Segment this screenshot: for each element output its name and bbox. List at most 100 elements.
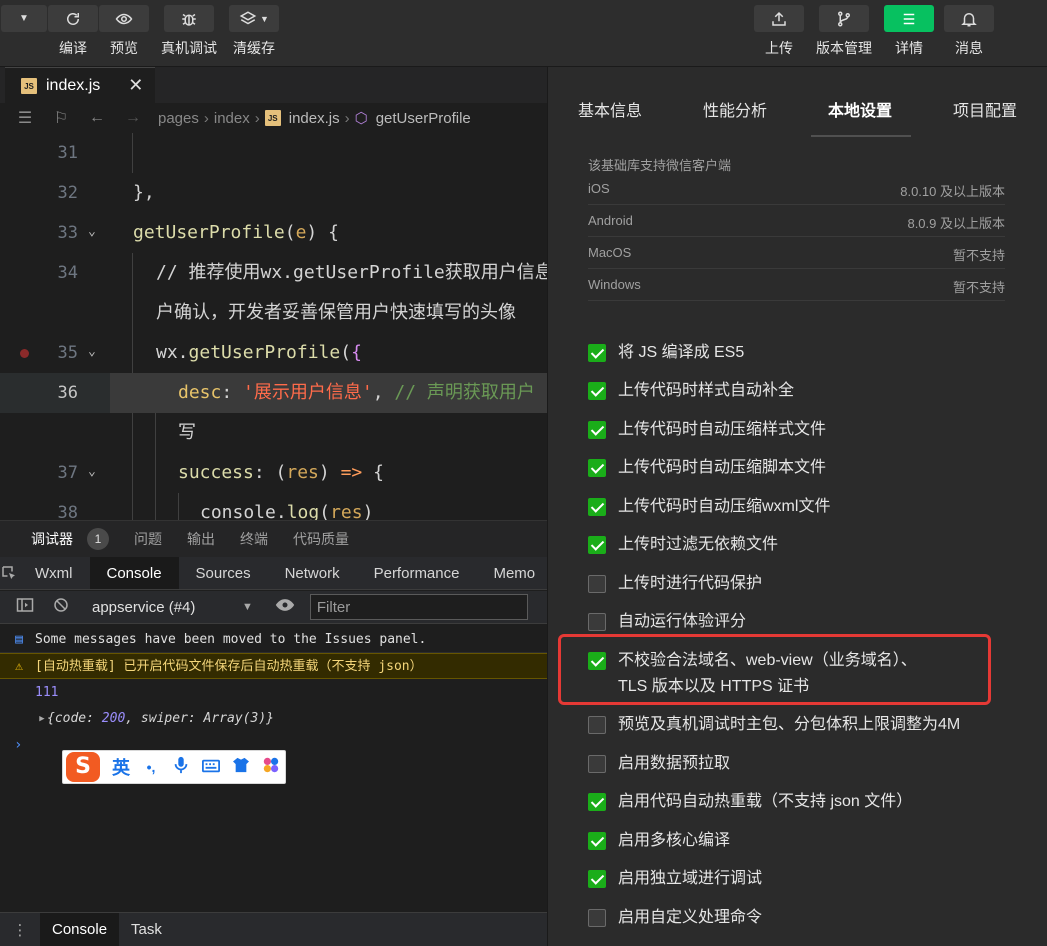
ime-toolbar[interactable]: S 英 •, bbox=[62, 750, 286, 784]
eye-icon[interactable] bbox=[275, 598, 295, 616]
code-line: 户确认，开发者妥善保管用户快速填写的头像 bbox=[0, 293, 547, 333]
context-selector[interactable]: appservice (#4) bbox=[92, 599, 242, 616]
clear-cache-button[interactable]: ▼ 清缓存 bbox=[221, 0, 287, 67]
console-prompt-icon[interactable]: › bbox=[14, 737, 22, 753]
option-style-autocomplete[interactable]: 上传代码时样式自动补全 bbox=[588, 378, 1018, 404]
messages-button[interactable]: 消息 bbox=[936, 0, 1002, 67]
console-filter-input[interactable] bbox=[309, 594, 528, 620]
preview-button[interactable]: 预览 bbox=[91, 0, 157, 67]
file-tab-label: index.js bbox=[46, 76, 101, 94]
option-minify-style[interactable]: 上传代码时自动压缩样式文件 bbox=[588, 417, 1018, 443]
tab-network[interactable]: Network bbox=[268, 557, 357, 589]
warning-icon: ⚠ bbox=[15, 659, 23, 674]
checkbox[interactable] bbox=[588, 716, 606, 734]
option-multicore-compile[interactable]: 启用多核心编译 bbox=[588, 828, 1018, 854]
skin-shirt-icon[interactable] bbox=[229, 757, 253, 778]
breadcrumb-item[interactable]: getUserProfile bbox=[376, 110, 471, 127]
breadcrumb-item[interactable]: index.js bbox=[289, 110, 340, 127]
breakpoint-icon[interactable] bbox=[20, 349, 29, 358]
code-text: wx.getUserProfile({ bbox=[156, 342, 362, 363]
checkbox[interactable] bbox=[588, 755, 606, 773]
forward-arrow-icon[interactable]: → bbox=[122, 109, 144, 127]
breadcrumb-item[interactable]: pages bbox=[158, 110, 199, 127]
checkbox[interactable] bbox=[588, 793, 606, 811]
option-auto-audit[interactable]: 自动运行体验评分 bbox=[588, 609, 1018, 635]
checkbox[interactable] bbox=[588, 382, 606, 400]
option-minify-wxml[interactable]: 上传代码时自动压缩wxml文件 bbox=[588, 494, 1018, 520]
checkbox[interactable] bbox=[588, 909, 606, 927]
breadcrumb-item[interactable]: index bbox=[214, 110, 250, 127]
fold-chevron-icon[interactable]: ⌄ bbox=[88, 464, 96, 479]
editor-tab-bar: JS index.js ✕ bbox=[0, 67, 547, 103]
details-button[interactable]: 详情 bbox=[876, 0, 942, 67]
tab-code-quality[interactable]: 代码质量 bbox=[293, 529, 349, 549]
clear-console-icon[interactable] bbox=[50, 596, 72, 618]
tab-problems[interactable]: 问题 bbox=[134, 529, 162, 549]
tab-terminal[interactable]: 终端 bbox=[240, 529, 268, 549]
fold-chevron-icon[interactable]: ⌄ bbox=[88, 224, 96, 239]
option-data-prefetch[interactable]: 启用数据预拉取 bbox=[588, 751, 1018, 777]
tab-basic-info[interactable]: 基本信息 bbox=[578, 97, 642, 121]
drawer-tab-task[interactable]: Task bbox=[119, 913, 174, 946]
base-lib-row: iOS 8.0.10 及以上版本 bbox=[588, 173, 1005, 205]
console-message-object[interactable]: ▶ {code: 200, swiper: Array(3)} bbox=[0, 706, 547, 732]
list-icon[interactable]: ☰ bbox=[14, 108, 36, 128]
code-editor[interactable]: 31 32 }, 33 ⌄ getUserProfile(e) { 34 // … bbox=[0, 133, 547, 520]
tab-sources[interactable]: Sources bbox=[179, 557, 268, 589]
keyboard-icon[interactable] bbox=[199, 757, 223, 778]
microphone-icon[interactable] bbox=[169, 756, 193, 779]
ime-punctuation-toggle[interactable]: •, bbox=[139, 759, 163, 775]
checkbox[interactable] bbox=[588, 613, 606, 631]
expand-triangle-icon[interactable]: ▶ bbox=[34, 706, 50, 732]
option-isolated-domain-debug[interactable]: 启用独立域进行调试 bbox=[588, 866, 1018, 892]
line-number: 37 bbox=[57, 463, 78, 483]
sogou-logo-icon[interactable]: S bbox=[63, 750, 103, 784]
fold-chevron-icon[interactable]: ⌄ bbox=[88, 344, 96, 359]
inspect-element-icon[interactable] bbox=[0, 557, 18, 589]
option-package-size-4m[interactable]: 预览及真机调试时主包、分包体积上限调整为4M bbox=[588, 712, 1018, 738]
option-code-protection[interactable]: 上传时进行代码保护 bbox=[588, 571, 1018, 597]
debug-panel-tabs: 调试器 1 问题 输出 终端 代码质量 bbox=[0, 520, 547, 557]
back-arrow-icon[interactable]: ← bbox=[86, 109, 108, 127]
eye-icon bbox=[115, 13, 133, 24]
details-label: 详情 bbox=[895, 40, 923, 56]
file-tab-index-js[interactable]: JS index.js ✕ bbox=[5, 67, 155, 103]
tab-console[interactable]: Console bbox=[89, 557, 179, 589]
version-manage-button[interactable]: 版本管理 bbox=[811, 0, 877, 67]
option-filter-unused-files[interactable]: 上传时过滤无依赖文件 bbox=[588, 532, 1018, 558]
drawer-tab-console[interactable]: Console bbox=[40, 912, 120, 946]
tab-performance[interactable]: Performance bbox=[357, 557, 477, 589]
upload-button[interactable]: 上传 bbox=[746, 0, 812, 67]
option-custom-commands[interactable]: 启用自定义处理命令 bbox=[588, 905, 1018, 931]
tab-output[interactable]: 输出 bbox=[187, 529, 215, 549]
option-compile-es5[interactable]: 将 JS 编译成 ES5 bbox=[588, 340, 1018, 366]
tab-performance-analysis[interactable]: 性能分析 bbox=[703, 97, 767, 121]
tab-wxml[interactable]: Wxml bbox=[18, 557, 90, 589]
checkbox[interactable] bbox=[588, 832, 606, 850]
checkbox[interactable] bbox=[588, 870, 606, 888]
tab-local-settings[interactable]: 本地设置 bbox=[828, 97, 892, 121]
close-icon[interactable]: ✕ bbox=[128, 75, 143, 96]
sidebar-toggle-icon[interactable] bbox=[14, 597, 36, 617]
tab-project-config[interactable]: 项目配置 bbox=[953, 97, 1017, 121]
tab-debugger[interactable]: 调试器 1 bbox=[31, 528, 109, 550]
code-comment: // 推荐使用wx.getUserProfile获取用户信息 bbox=[156, 262, 547, 283]
js-file-icon: JS bbox=[21, 77, 37, 94]
option-minify-script[interactable]: 上传代码时自动压缩脚本文件 bbox=[588, 455, 1018, 481]
remote-debug-button[interactable]: 真机调试 bbox=[156, 0, 222, 67]
checkbox[interactable] bbox=[588, 575, 606, 593]
checkbox[interactable] bbox=[588, 459, 606, 477]
tab-memory[interactable]: Memo bbox=[476, 557, 547, 589]
chevron-down-icon[interactable]: ▼ bbox=[242, 601, 253, 613]
checkbox[interactable] bbox=[588, 498, 606, 516]
bookmark-icon[interactable]: ⚐ bbox=[50, 108, 72, 128]
option-hot-reload[interactable]: 启用代码自动热重载（不支持 json 文件） bbox=[588, 789, 1018, 815]
toolbox-icon[interactable] bbox=[259, 756, 283, 779]
clear-cache-label: 清缓存 bbox=[233, 40, 275, 56]
breadcrumb: ☰ ⚐ ← → pages › index › JS index.js › ⬡ … bbox=[0, 103, 547, 133]
ime-language-toggle[interactable]: 英 bbox=[109, 754, 133, 780]
checkbox[interactable] bbox=[588, 536, 606, 554]
checkbox[interactable] bbox=[588, 344, 606, 362]
checkbox[interactable] bbox=[588, 421, 606, 439]
more-vertical-icon[interactable]: ⋮ bbox=[0, 921, 40, 939]
